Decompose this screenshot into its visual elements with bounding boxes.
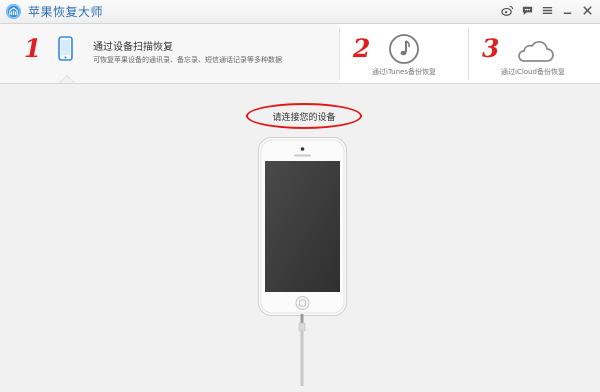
cloud-icon xyxy=(518,40,554,62)
step-number: 2 xyxy=(353,34,371,63)
smartphone-icon xyxy=(58,36,73,61)
music-note-icon xyxy=(389,34,419,64)
title-bar: 苹果恢复大师 xyxy=(0,0,600,24)
chat-icon[interactable] xyxy=(521,4,534,17)
step-label: 通过iCloud备份恢复 xyxy=(501,68,565,76)
step-device-scan[interactable]: 1 通过设备扫描恢复 可恢复苹果设备的通讯录、备忘录、短信通话记录等多种数据 xyxy=(0,24,339,83)
step-number: 3 xyxy=(482,34,500,63)
usb-cable-illustration xyxy=(298,314,306,386)
active-step-indicator xyxy=(60,76,74,83)
app-logo-icon xyxy=(6,4,21,19)
prompt-text: 请连接您的设备 xyxy=(272,112,336,123)
app-title: 苹果恢复大师 xyxy=(28,5,104,19)
step-title: 通过设备扫描恢复 xyxy=(93,42,173,53)
weibo-icon[interactable] xyxy=(501,4,514,17)
close-icon[interactable] xyxy=(581,4,594,17)
connect-device-prompt: 请连接您的设备 xyxy=(246,103,362,129)
iphone-illustration xyxy=(258,137,347,316)
step-label: 通过iTunes备份恢复 xyxy=(372,68,436,76)
step-number: 1 xyxy=(24,34,42,63)
recovery-mode-bar: 1 通过设备扫描恢复 可恢复苹果设备的通讯录、备忘录、短信通话记录等多种数据 2… xyxy=(0,24,600,84)
step-description: 可恢复苹果设备的通讯录、备忘录、短信通话记录等多种数据 xyxy=(93,56,282,64)
window-controls xyxy=(501,4,594,17)
minimize-icon[interactable] xyxy=(561,4,574,17)
menu-icon[interactable] xyxy=(541,4,554,17)
